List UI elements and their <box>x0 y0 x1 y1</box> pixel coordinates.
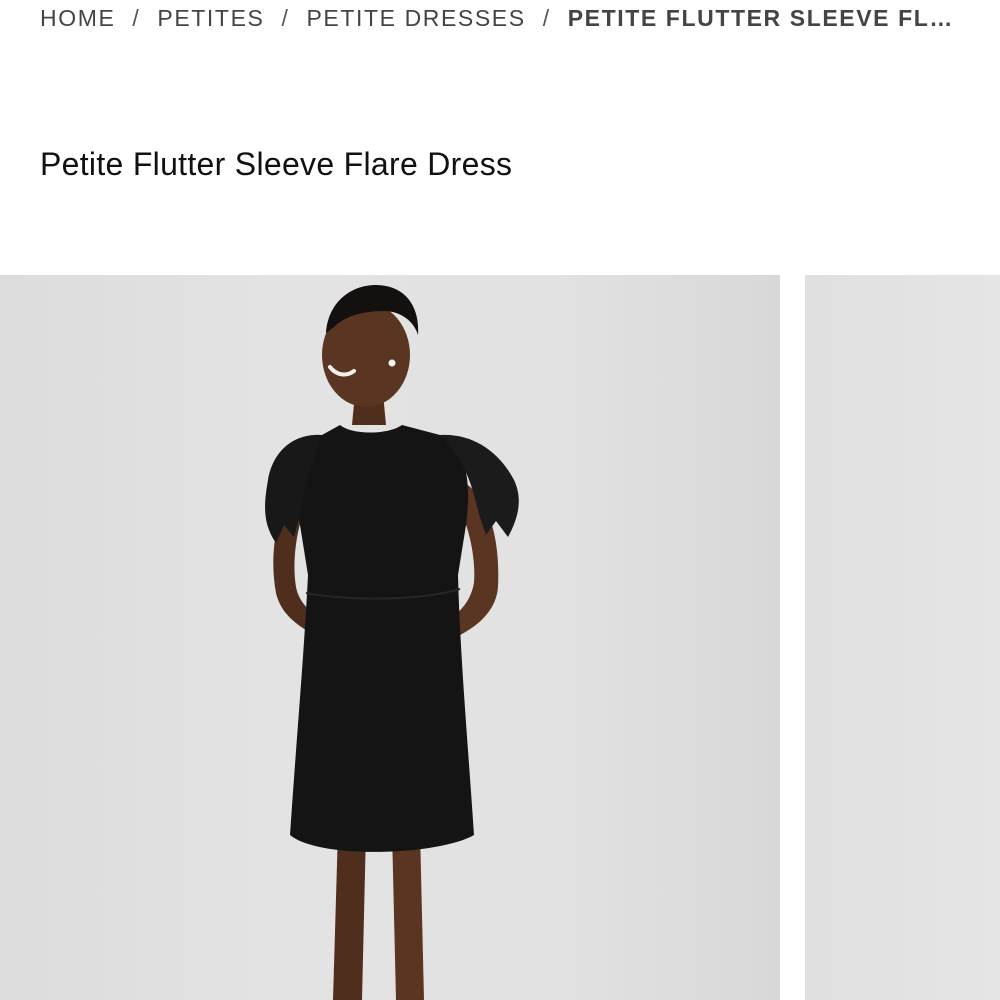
breadcrumb: HOME / PETITES / PETITE DRESSES / PETITE… <box>40 2 960 34</box>
breadcrumb-home-link[interactable]: HOME <box>40 5 115 32</box>
product-image-main[interactable] <box>0 275 780 1000</box>
breadcrumb-separator: / <box>281 4 290 31</box>
product-image-gallery <box>0 275 1000 1000</box>
breadcrumb-petites-link[interactable]: PETITES <box>157 5 264 32</box>
product-title: Petite Flutter Sleeve Flare Dress <box>40 146 513 182</box>
breadcrumb-separator: / <box>542 4 551 31</box>
breadcrumb-petite-dresses-link[interactable]: PETITE DRESSES <box>306 5 525 32</box>
product-image-next[interactable] <box>805 275 1000 1000</box>
product-page: HOME / PETITES / PETITE DRESSES / PETITE… <box>0 0 1000 1000</box>
model-black-dress-image <box>265 285 519 1000</box>
breadcrumb-current-page: PETITE FLUTTER SLEEVE FLA... <box>567 4 958 31</box>
next-product-image-partial <box>805 275 1000 1000</box>
breadcrumb-separator: / <box>132 4 141 31</box>
